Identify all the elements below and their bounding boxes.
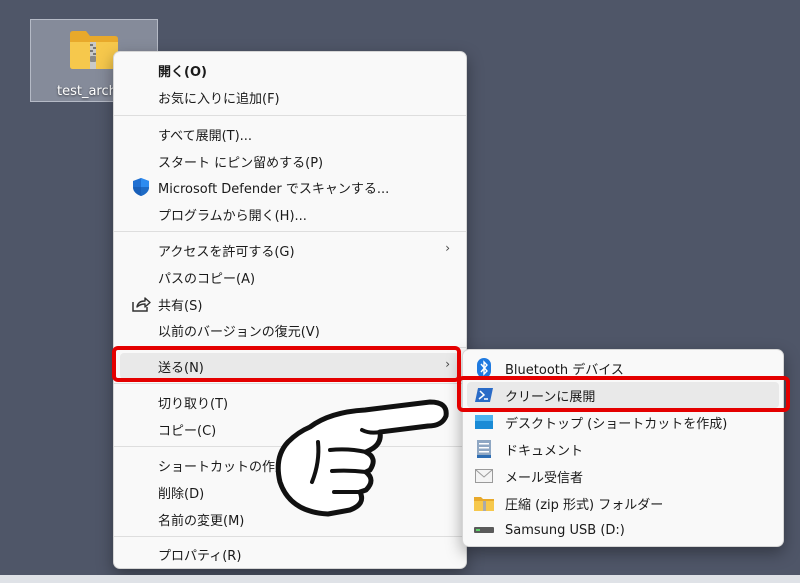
submenu-item-label: Samsung USB (D:) xyxy=(505,522,625,538)
submenu-item-label: メール受信者 xyxy=(505,470,584,486)
menu-item-pin-start[interactable]: スタート にピン留めする(P) xyxy=(120,148,460,174)
desktop-icon xyxy=(473,412,495,432)
mail-icon xyxy=(473,466,495,486)
menu-item-label: 以前のバージョンの復元(V) xyxy=(158,324,320,340)
menu-item-label: プロパティ(R) xyxy=(158,548,242,564)
menu-separator xyxy=(114,231,466,232)
menu-item-label: パスのコピー(A) xyxy=(158,271,256,287)
share-icon xyxy=(130,294,152,314)
menu-item-open[interactable]: 開く(O) xyxy=(120,57,460,83)
chevron-right-icon: › xyxy=(445,241,450,255)
desktop-icon-label: test_arch xyxy=(57,84,117,99)
menu-item-add-favorites[interactable]: お気に入りに追加(F) xyxy=(120,84,460,110)
pointing-hand-icon xyxy=(275,399,449,517)
taskbar-edge xyxy=(0,575,800,583)
menu-item-label: プログラムから開く(H)... xyxy=(158,208,307,224)
menu-item-label: 削除(D) xyxy=(158,486,205,502)
menu-item-label: スタート にピン留めする(P) xyxy=(158,155,324,171)
menu-separator xyxy=(114,536,466,537)
bluetooth-icon xyxy=(473,358,495,378)
menu-item-share[interactable]: 共有(S) xyxy=(120,291,460,317)
menu-separator xyxy=(114,383,466,384)
submenu-item-desktop[interactable]: デスクトップ (ショートカットを作成) xyxy=(467,409,779,435)
menu-item-restore-versions[interactable]: 以前のバージョンの復元(V) xyxy=(120,317,460,343)
submenu-item-label: デスクトップ (ショートカットを作成) xyxy=(505,416,728,432)
menu-item-label: Microsoft Defender でスキャンする... xyxy=(158,181,390,197)
menu-item-label: 名前の変更(M) xyxy=(158,513,245,529)
submenu-item-label: 圧縮 (zip 形式) フォルダー xyxy=(505,497,664,513)
submenu-item-label: Bluetooth デバイス xyxy=(505,362,624,378)
menu-item-properties[interactable]: プロパティ(R) xyxy=(120,541,460,567)
menu-item-label: アクセスを許可する(G) xyxy=(158,244,295,260)
usb-drive-icon xyxy=(473,520,495,540)
menu-item-label: 開く(O) xyxy=(158,64,207,80)
menu-item-label: お気に入りに追加(F) xyxy=(158,91,280,107)
menu-item-label: 共有(S) xyxy=(158,298,203,314)
send-to-highlight-box xyxy=(112,346,461,382)
menu-item-extract-all[interactable]: すべて展開(T)... xyxy=(120,121,460,147)
submenu-item-usb-drive[interactable]: Samsung USB (D:) xyxy=(467,517,779,543)
menu-separator xyxy=(114,115,466,116)
submenu-item-zip[interactable]: 圧縮 (zip 形式) フォルダー xyxy=(467,490,779,516)
menu-item-open-with[interactable]: プログラムから開く(H)... xyxy=(120,201,460,227)
menu-item-give-access[interactable]: アクセスを許可する(G) › xyxy=(120,237,460,263)
menu-item-defender-scan[interactable]: Microsoft Defender でスキャンする... xyxy=(120,174,460,200)
menu-item-label: 切り取り(T) xyxy=(158,396,229,412)
submenu-item-label: ドキュメント xyxy=(505,443,584,459)
menu-item-label: すべて展開(T)... xyxy=(158,128,253,144)
documents-icon xyxy=(473,439,495,459)
submenu-item-mail[interactable]: メール受信者 xyxy=(467,463,779,489)
clean-extract-highlight-box xyxy=(457,376,790,412)
menu-item-copy-path[interactable]: パスのコピー(A) xyxy=(120,264,460,290)
menu-item-label: コピー(C) xyxy=(158,423,217,439)
defender-shield-icon xyxy=(130,177,152,197)
submenu-item-documents[interactable]: ドキュメント xyxy=(467,436,779,462)
zip-folder-icon xyxy=(473,493,495,513)
